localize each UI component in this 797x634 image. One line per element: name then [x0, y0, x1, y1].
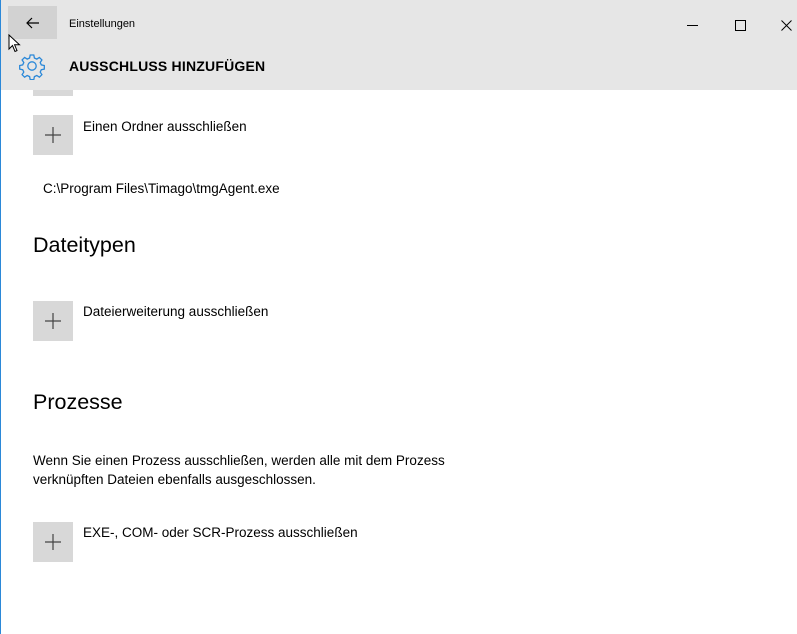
add-folder-exclusion-button[interactable] — [33, 115, 73, 155]
add-filetype-exclusion-label[interactable]: Dateierweiterung ausschließen — [83, 304, 268, 319]
close-icon — [780, 19, 792, 31]
add-folder-exclusion-label[interactable]: Einen Ordner ausschließen — [83, 119, 247, 134]
excluded-item[interactable]: C:\Program Files\Timago\tmgAgent.exe — [43, 181, 280, 196]
close-button[interactable] — [763, 10, 797, 40]
add-process-exclusion-button[interactable] — [33, 522, 73, 562]
page-title: AUSSCHLUSS HINZUFÜGEN — [69, 58, 266, 74]
window-title: Einstellungen — [69, 18, 136, 30]
processes-description: Wenn Sie einen Prozess ausschließen, wer… — [33, 453, 445, 487]
section-heading-processes: Prozesse — [33, 390, 123, 414]
gear-icon — [19, 54, 45, 80]
mouse-pointer-icon — [8, 34, 21, 53]
settings-window: Einstellungen AUSSCHLUSS HINZUFÜGEN Eine… — [0, 0, 797, 634]
add-process-exclusion-label[interactable]: EXE-, COM- oder SCR-Prozess ausschließen — [83, 525, 358, 540]
maximize-button[interactable] — [717, 10, 763, 40]
add-filetype-exclusion-button[interactable] — [33, 301, 73, 341]
partially-hidden-add-tile[interactable] — [33, 90, 73, 96]
plus-icon — [45, 313, 61, 329]
maximize-icon — [734, 19, 746, 31]
title-bar: Einstellungen — [1, 0, 797, 44]
minimize-icon — [686, 24, 698, 26]
back-arrow-icon — [25, 17, 39, 28]
minimize-button[interactable] — [669, 10, 715, 40]
section-heading-filetypes: Dateitypen — [33, 233, 136, 257]
plus-icon — [45, 534, 61, 550]
plus-icon — [45, 127, 61, 143]
